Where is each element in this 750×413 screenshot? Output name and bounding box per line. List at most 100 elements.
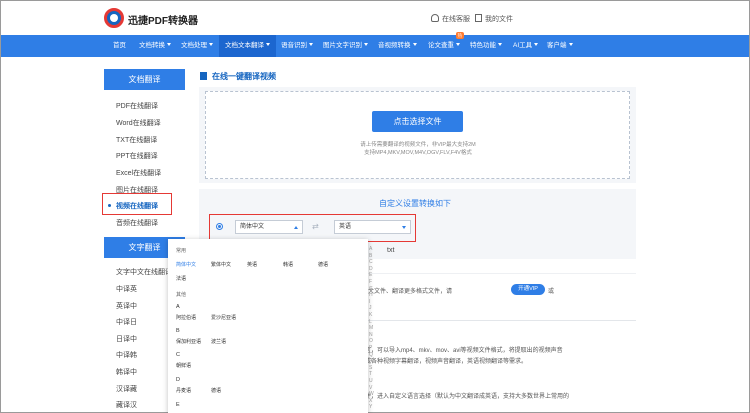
alphabet-letter-m[interactable]: M xyxy=(369,325,373,331)
my-files-link[interactable]: 我的文件 xyxy=(475,14,513,24)
settings-title: 自定义设置转换如下 xyxy=(379,199,451,208)
alphabet-letter-i[interactable]: I xyxy=(369,299,370,305)
alphabet-letter-p[interactable]: P xyxy=(369,345,372,351)
sidebar-item-excel[interactable]: Excel在线翻译 xyxy=(116,168,161,178)
nav-ai-tools[interactable]: AI工具 xyxy=(513,35,539,57)
hot-badge: 热 xyxy=(456,32,464,39)
alphabet-letter-y[interactable]: Y xyxy=(369,404,372,410)
chevron-down-icon xyxy=(498,43,502,46)
nav-doc-process[interactable]: 文档处理 xyxy=(181,35,213,57)
main-nav: 首页 文档转换 文档处理 文档文本翻译 语音识别 图片文字识别 音视频转换 论文… xyxy=(1,32,749,57)
chevron-down-icon xyxy=(209,43,213,46)
top-header: 迅捷PDF转换器 在线客服 我的文件 xyxy=(1,1,749,35)
sidebar-item-pdf[interactable]: PDF在线翻译 xyxy=(116,101,158,111)
dropdown-option[interactable]: 波兰语 xyxy=(211,338,226,345)
alphabet-letter-w[interactable]: W xyxy=(369,391,374,397)
nav-paper-check[interactable]: 论文查重热 xyxy=(428,32,464,57)
alphabet-letter-b[interactable]: B xyxy=(369,253,372,259)
sidebar-heading-doc: 文档翻译 xyxy=(104,69,185,90)
intro-line3: 文件，进入自定义语言选择（默认为中文翻译成英语，支持大多数世界上常用的 xyxy=(359,394,570,400)
dropdown-option[interactable]: 德语 xyxy=(318,261,328,268)
alphabet-letter-h[interactable]: H xyxy=(369,292,373,298)
sidebar-item-txt[interactable]: TXT在线翻译 xyxy=(116,135,157,145)
alphabet-letter-n[interactable]: N xyxy=(369,332,373,338)
sidebar-item-zh-ko[interactable]: 中译韩 xyxy=(116,350,137,360)
highlight-box-video xyxy=(102,193,172,215)
upload-dropzone[interactable] xyxy=(205,91,630,179)
dropdown-option[interactable]: 英语 xyxy=(247,261,257,268)
headset-icon xyxy=(431,14,439,22)
chevron-down-icon xyxy=(534,43,539,46)
alphabet-letter-g[interactable]: G xyxy=(369,286,373,292)
alphabet-letter-k[interactable]: K xyxy=(369,312,372,318)
alphabet-letter-c[interactable]: C xyxy=(369,259,373,265)
dropdown-option[interactable]: 阿拉伯语 xyxy=(176,314,196,321)
dropdown-letter-a: A xyxy=(176,304,180,310)
dropdown-option[interactable]: 丹麦语 xyxy=(176,387,191,394)
sidebar-item-zh-ja[interactable]: 中译日 xyxy=(116,317,137,327)
alphabet-letter-e[interactable]: E xyxy=(369,272,372,278)
customer-service-link[interactable]: 在线客服 xyxy=(431,14,470,24)
nav-speech[interactable]: 语音识别 xyxy=(281,35,313,57)
sidebar-item-ppt[interactable]: PPT在线翻译 xyxy=(116,151,158,161)
dropdown-option[interactable]: 爱沙尼亚语 xyxy=(211,314,236,321)
sidebar-item-zh-bo[interactable]: 汉译藏 xyxy=(116,384,137,394)
upload-panel xyxy=(199,87,636,183)
brand-logo-icon[interactable] xyxy=(104,8,124,28)
alphabet-letter-s[interactable]: S xyxy=(369,365,372,371)
file-icon xyxy=(475,14,482,22)
chevron-down-icon xyxy=(266,43,270,46)
dropdown-option[interactable]: 朝鲜语 xyxy=(176,362,191,369)
nav-doc-convert[interactable]: 文档转换 xyxy=(139,35,171,57)
nav-doc-translate[interactable]: 文档文本翻译 xyxy=(219,35,276,57)
chevron-down-icon xyxy=(568,43,573,46)
alphabet-letter-o[interactable]: O xyxy=(369,338,373,344)
alphabet-letter-j[interactable]: J xyxy=(369,305,372,311)
upload-hint-line1: 请上传需要翻译的视频文件，非VIP最大支持2M xyxy=(360,142,476,148)
dropdown-letter-b: B xyxy=(176,328,180,334)
alphabet-letter-q[interactable]: Q xyxy=(369,352,373,358)
alphabet-letter-x[interactable]: X xyxy=(369,398,372,404)
intro-line2: 完成各种视频字幕翻译，视频声音翻译，英语视频翻译等需求。 xyxy=(359,359,528,365)
nav-features[interactable]: 特色功能 xyxy=(470,35,502,57)
dropdown-option[interactable]: 繁体中文 xyxy=(211,261,231,268)
language-dropdown: 常用 简体中文 繁体中文 英语 韩语 德语 法语 其他 A 阿拉伯语 爱沙尼亚语… xyxy=(168,239,368,413)
nav-av-convert[interactable]: 音视频转换 xyxy=(378,35,417,57)
dropdown-option[interactable]: 简体中文 xyxy=(176,261,196,268)
dropdown-option[interactable]: 德语 xyxy=(211,387,221,394)
sidebar-item-word[interactable]: Word在线翻译 xyxy=(116,118,161,128)
chevron-down-icon xyxy=(167,43,171,46)
sidebar-item-audio[interactable]: 音频在线翻译 xyxy=(116,218,158,228)
chevron-down-icon xyxy=(412,43,417,46)
dropdown-letter-e: E xyxy=(176,402,180,408)
alphabet-letter-d[interactable]: D xyxy=(369,266,373,272)
nav-home[interactable]: 首页 xyxy=(113,35,126,57)
alphabet-letter-f[interactable]: F xyxy=(369,279,372,285)
sidebar-item-ja-zh[interactable]: 日译中 xyxy=(116,334,137,344)
alphabet-letter-l[interactable]: L xyxy=(369,319,372,325)
page-title: 在线一键翻译视频 xyxy=(212,72,276,81)
output-format-label[interactable]: txt xyxy=(387,247,394,254)
dropdown-option[interactable]: 韩语 xyxy=(283,261,293,268)
nav-ocr[interactable]: 图片文字识别 xyxy=(323,35,368,57)
alphabet-letter-r[interactable]: R xyxy=(369,358,373,364)
select-file-button[interactable]: 点击选择文件 xyxy=(372,111,463,132)
alphabet-letter-a[interactable]: A xyxy=(369,246,372,252)
chevron-down-icon xyxy=(456,43,460,46)
brand-name[interactable]: 迅捷PDF转换器 xyxy=(128,12,198,27)
upload-hint-line2: 支持MP4,MKV,MOV,M4V,OGV,FLV,F4V格式 xyxy=(364,150,472,156)
nav-client[interactable]: 客户端 xyxy=(547,35,573,57)
sidebar-item-ko-zh[interactable]: 韩译中 xyxy=(116,367,137,377)
dropdown-letter-d: D xyxy=(176,377,180,383)
alphabet-letter-u[interactable]: U xyxy=(369,378,373,384)
dropdown-option[interactable]: 法语 xyxy=(176,275,186,282)
sidebar-item-en-zh[interactable]: 英译中 xyxy=(116,301,137,311)
sidebar-item-bo-zh[interactable]: 藏译汉 xyxy=(116,400,137,410)
dropdown-option[interactable]: 保加利亚语 xyxy=(176,338,201,345)
vip-tail-text: 或 xyxy=(548,289,555,295)
sidebar-item-text-zh[interactable]: 文字中文在线翻译 xyxy=(116,267,172,277)
alphabet-letter-v[interactable]: V xyxy=(369,385,372,391)
open-vip-button[interactable]: 开通VIP xyxy=(511,284,545,295)
alphabet-letter-t[interactable]: T xyxy=(369,371,372,377)
sidebar-item-zh-en[interactable]: 中译英 xyxy=(116,284,137,294)
